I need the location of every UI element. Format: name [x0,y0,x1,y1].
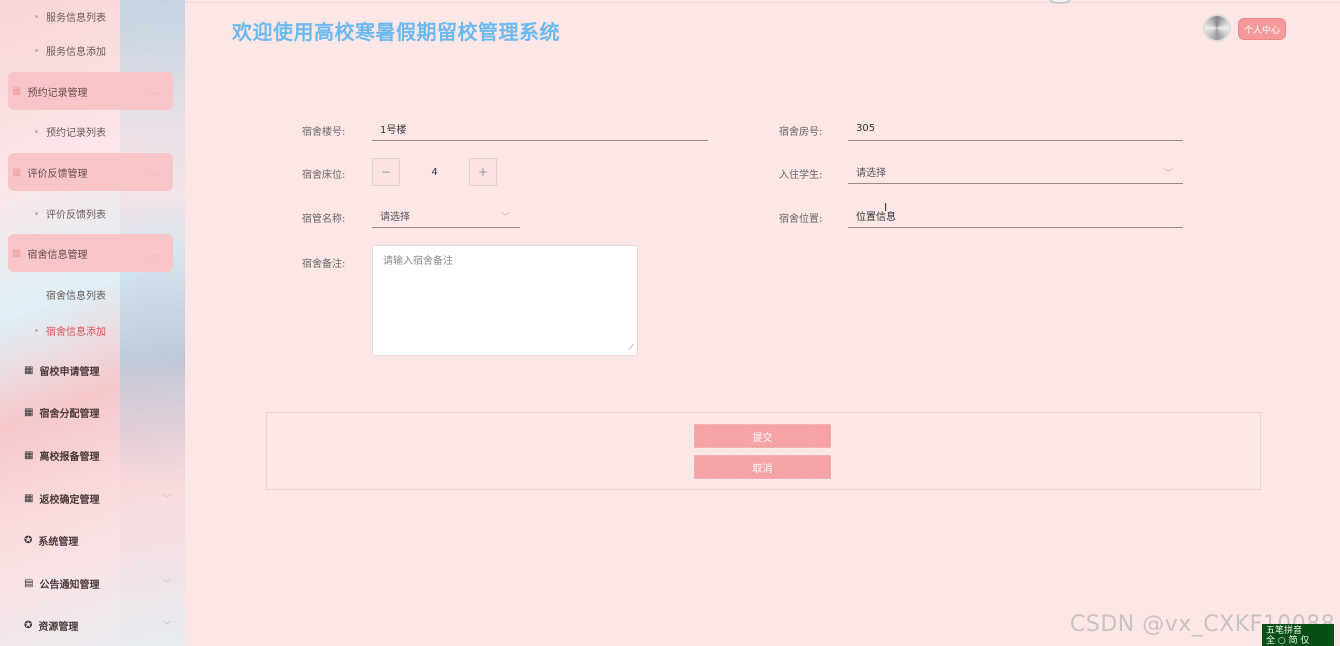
gear-icon: ✪ [24,534,33,546]
sidebar-item-label: 返校确定管理 [39,494,100,506]
grid-icon: ▦ [12,166,22,178]
minus-icon[interactable]: − [372,158,400,186]
sidebar-item-service-list[interactable]: 服务信息列表 [0,0,185,32]
sidebar-item-label: 宿舍信息列表 [46,290,106,302]
profile-button[interactable]: 个人中心 [1238,18,1286,40]
sidebar-item-label: 资源管理 [38,621,79,633]
chevron-up-icon: ︿ [151,167,159,177]
sidebar-item-reservation-list[interactable]: 预约记录列表 [0,115,185,147]
remark-placeholder: 请输入宿舍备注 [383,256,453,267]
building-input[interactable]: 1号楼 [372,117,708,141]
sidebar-item-dorm-list[interactable]: 宿舍信息列表 [0,278,185,310]
sidebar-item-notice[interactable]: ▤ 公告通知管理 ﹀ [0,563,185,603]
sidebar-item-service-add[interactable]: 服务信息添加 [0,34,185,66]
sidebar-item-return-confirm[interactable]: ▦ 返校确定管理 ﹀ [0,478,185,518]
avatar[interactable] [1203,14,1231,42]
manager-label: 宿管名称: [302,214,346,225]
remark-textarea[interactable]: 请输入宿舍备注 ⟋ [372,245,638,356]
sidebar: 服务信息列表 服务信息添加 ▦ 预约记录管理 ︿ 预约记录列表 ▦ 评价反馈管理… [0,0,185,646]
building-label: 宿舍楼号: [302,127,346,138]
submit-button[interactable]: 提交 [694,424,831,448]
ime-options: 全 ○ 简 仅 [1266,636,1310,646]
grid-icon: ▦ [12,247,22,259]
sidebar-item-stay-application[interactable]: ▦ 留校申请管理 [0,350,185,390]
bullet-icon [35,328,38,332]
top-divider [185,2,1340,3]
bed-stepper[interactable]: − 4 + [372,158,497,186]
resize-handle-icon[interactable]: ⟋ [628,343,634,353]
sidebar-group-label: 宿舍信息管理 [27,249,88,261]
sidebar-item-label: 系统管理 [38,536,79,548]
plus-icon[interactable]: + [469,158,497,186]
sidebar-item-label: 留校申请管理 [39,366,100,378]
page-title: 欢迎使用高校寒暑假期留校管理系统 [232,20,560,44]
sidebar-item-label: 宿舍分配管理 [39,408,100,420]
sidebar-group-dorm[interactable]: ▦ 宿舍信息管理 ︿ [8,234,173,272]
sidebar-group-feedback[interactable]: ▦ 评价反馈管理 ︿ [8,153,173,191]
sidebar-group-label: 评价反馈管理 [27,168,88,180]
document-icon: ▤ [24,577,34,589]
sidebar-item-leave-report[interactable]: ▦ 离校报备管理 [0,435,185,475]
grid-icon: ▦ [12,85,22,97]
sidebar-item-label: 离校报备管理 [39,451,100,463]
sidebar-group-reservation[interactable]: ▦ 预约记录管理 ︿ [8,72,173,110]
ime-mode: 五笔拼音 [1266,626,1303,636]
grid-icon: ▦ [24,406,34,418]
manager-select[interactable]: 请选择 ﹀ [372,204,520,228]
bed-value[interactable]: 4 [400,167,469,178]
bullet-icon [35,14,38,18]
sidebar-item-dorm-allocation[interactable]: ▦ 宿舍分配管理 [0,392,185,432]
remark-label: 宿舍备注: [302,259,346,270]
chevron-down-icon: ﹀ [1163,169,1173,179]
sidebar-item-label: 预约记录列表 [46,127,106,139]
bullet-icon [35,211,38,215]
sidebar-item-resource[interactable]: ✪ 资源管理 ﹀ [0,605,185,645]
sidebar-item-dorm-add[interactable]: 宿舍信息添加 [0,314,185,346]
sidebar-item-label: 评价反馈列表 [46,209,106,221]
room-input[interactable]: 305 [848,117,1183,141]
student-select-value: 请选择 [856,168,886,179]
chevron-up-icon: ︿ [151,248,159,258]
sidebar-item-feedback-list[interactable]: 评价反馈列表 [0,197,185,229]
chevron-down-icon: ﹀ [163,578,171,588]
location-label: 宿舍位置: [779,214,823,225]
sidebar-group-label: 预约记录管理 [27,87,88,99]
text-cursor-icon: I [884,201,888,214]
sidebar-item-label: 服务信息添加 [46,46,106,58]
chevron-down-icon: ﹀ [500,213,510,223]
sidebar-item-label: 宿舍信息添加 [46,326,106,338]
room-label: 宿舍房号: [779,127,823,138]
bullet-icon [35,293,38,296]
resource-icon: ✪ [24,619,33,631]
grid-icon: ▦ [24,492,34,504]
bullet-icon [35,129,38,133]
bed-label: 宿舍床位: [302,170,346,181]
student-label: 入住学生: [779,170,823,181]
sidebar-item-label: 公告通知管理 [39,579,100,591]
student-select[interactable]: 请选择 ﹀ [848,160,1183,184]
chevron-down-icon: ﹀ [163,493,171,503]
sidebar-item-system[interactable]: ✪ 系统管理 [0,520,185,560]
cancel-button[interactable]: 取消 [694,455,831,479]
loading-indicator-icon [1048,0,1072,4]
location-input[interactable]: 位置信息 [848,204,1183,228]
grid-icon: ▦ [24,449,34,461]
bullet-icon [35,48,38,52]
sidebar-item-label: 服务信息列表 [46,12,106,24]
manager-select-value: 请选择 [380,212,410,223]
chevron-down-icon: ﹀ [163,620,171,630]
chevron-up-icon: ︿ [151,86,159,96]
ime-toolbar[interactable]: 五笔拼音 全 ○ 简 仅 [1262,624,1334,646]
grid-icon: ▦ [24,364,34,376]
